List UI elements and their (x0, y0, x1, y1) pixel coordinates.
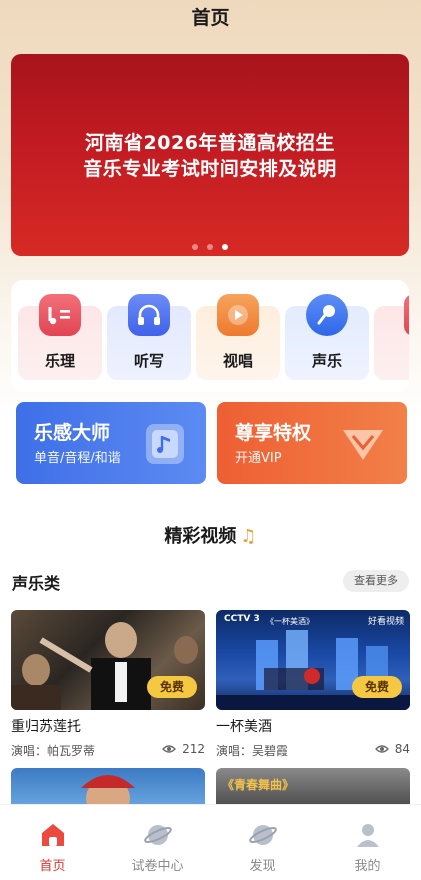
view-count: 212 (162, 742, 205, 756)
tab-mine[interactable]: 我的 (315, 821, 420, 874)
free-badge: 免费 (147, 676, 197, 698)
promo-subtitle: 单音/音程/和谐 (34, 451, 121, 466)
discover-planet-icon (248, 821, 277, 849)
play-icon (217, 294, 259, 336)
banner-line-1: 河南省2026年普通高校招生 (85, 132, 335, 154)
home-icon (39, 821, 67, 849)
planet-icon (143, 821, 172, 849)
banner-line-2: 音乐专业考试时间安排及说明 (83, 158, 337, 180)
video-title: 重归苏莲托 (11, 719, 81, 735)
category-sight-singing[interactable]: 视唱 (196, 294, 280, 380)
view-count-value: 212 (182, 742, 205, 756)
bottom-tab-bar: 首页 试卷中心 发现 我的 (0, 804, 421, 880)
page-title: 首页 (191, 7, 230, 29)
tab-label: 试卷中心 (131, 859, 184, 874)
category-section-title: 声乐类 (12, 574, 61, 593)
tab-label: 首页 (39, 859, 66, 874)
tab-discover[interactable]: 发现 (210, 821, 315, 874)
category-vocal[interactable]: 声乐 (285, 294, 369, 380)
promo-title: 乐感大师 (34, 422, 111, 444)
banner-carousel[interactable]: 河南省2026年普通高校招生 音乐专业考试时间安排及说明 (11, 54, 409, 256)
video-thumbnail-partial[interactable] (11, 768, 205, 808)
partner-logo: 好看视频 (367, 617, 404, 627)
section-title-text: 精彩视频 (164, 526, 237, 547)
video-singer: 演唱：帕瓦罗蒂 (11, 744, 96, 758)
headphones-icon (128, 294, 170, 336)
thumb-title-text: 《青春舞曲》 (222, 778, 295, 792)
carousel-dot[interactable] (207, 244, 213, 250)
category-label: 声乐 (311, 352, 342, 370)
tv-logo: CCTV 3 (224, 614, 260, 624)
category-label: 视唱 (222, 352, 253, 370)
promo-sense-master[interactable]: 乐感大师 单音/音程/和谐 (16, 402, 206, 484)
view-count-value: 84 (394, 742, 410, 756)
category-card: 乐理 听写 视唱 声乐 (11, 280, 409, 392)
carousel-dot[interactable] (192, 244, 198, 250)
tab-label: 发现 (249, 859, 276, 874)
music-note-icon: ♫ (240, 526, 257, 547)
carousel-dots (11, 244, 409, 250)
view-more-button[interactable]: 查看更多 (343, 570, 409, 592)
free-badge: 免费 (352, 676, 402, 698)
video-meta: 演唱：帕瓦罗蒂 212 (11, 742, 205, 760)
video-card[interactable]: CCTV 3 好看视频 《一杯美酒》 免费 一杯美酒 演唱：吴碧霞 84 (216, 610, 410, 760)
promo-title: 尊享特权 (235, 422, 312, 444)
category-label: 乐理 (44, 352, 75, 370)
video-meta: 演唱：吴碧霞 84 (216, 742, 410, 760)
carousel-dot-active[interactable] (222, 244, 228, 250)
category-dictation[interactable]: 听写 (107, 294, 191, 380)
music-note-icon (146, 424, 184, 464)
partial-category-icon (404, 294, 409, 336)
video-thumbnail-partial[interactable]: 《青春舞曲》 (216, 768, 410, 808)
category-music-theory[interactable]: 乐理 (18, 294, 102, 380)
user-icon (354, 821, 382, 849)
video-singer: 演唱：吴碧霞 (216, 744, 289, 758)
category-label: 听写 (133, 352, 164, 370)
promo-subtitle: 开通VIP (235, 451, 282, 466)
eye-icon (162, 745, 177, 753)
microphone-icon (306, 294, 348, 336)
music-theory-icon (39, 294, 81, 336)
stage-caption: 《一杯美酒》 (266, 617, 314, 626)
promo-vip[interactable]: 尊享特权 开通VIP (217, 402, 407, 484)
tab-label: 我的 (354, 859, 381, 874)
video-card[interactable]: 免费 重归苏莲托 演唱：帕瓦罗蒂 212 (11, 610, 205, 760)
home-page: 首页 河南省2026年普通高校招生 音乐专业考试时间安排及说明 乐理 听写 视唱… (0, 0, 421, 880)
tab-home[interactable]: 首页 (0, 821, 105, 874)
video-thumbnail[interactable]: CCTV 3 好看视频 《一杯美酒》 免费 (216, 610, 410, 710)
section-title: 精彩视频 ♫ (0, 522, 421, 548)
tab-exam-center[interactable]: 试卷中心 (105, 821, 210, 874)
category-partial[interactable] (374, 294, 409, 380)
video-thumbnail[interactable]: 免费 (11, 610, 205, 710)
banner-text: 河南省2026年普通高校招生 音乐专业考试时间安排及说明 (11, 130, 409, 182)
view-count: 84 (374, 742, 410, 756)
vip-diamond-icon (339, 420, 387, 470)
eye-icon (374, 745, 389, 753)
video-title: 一杯美酒 (216, 719, 272, 735)
